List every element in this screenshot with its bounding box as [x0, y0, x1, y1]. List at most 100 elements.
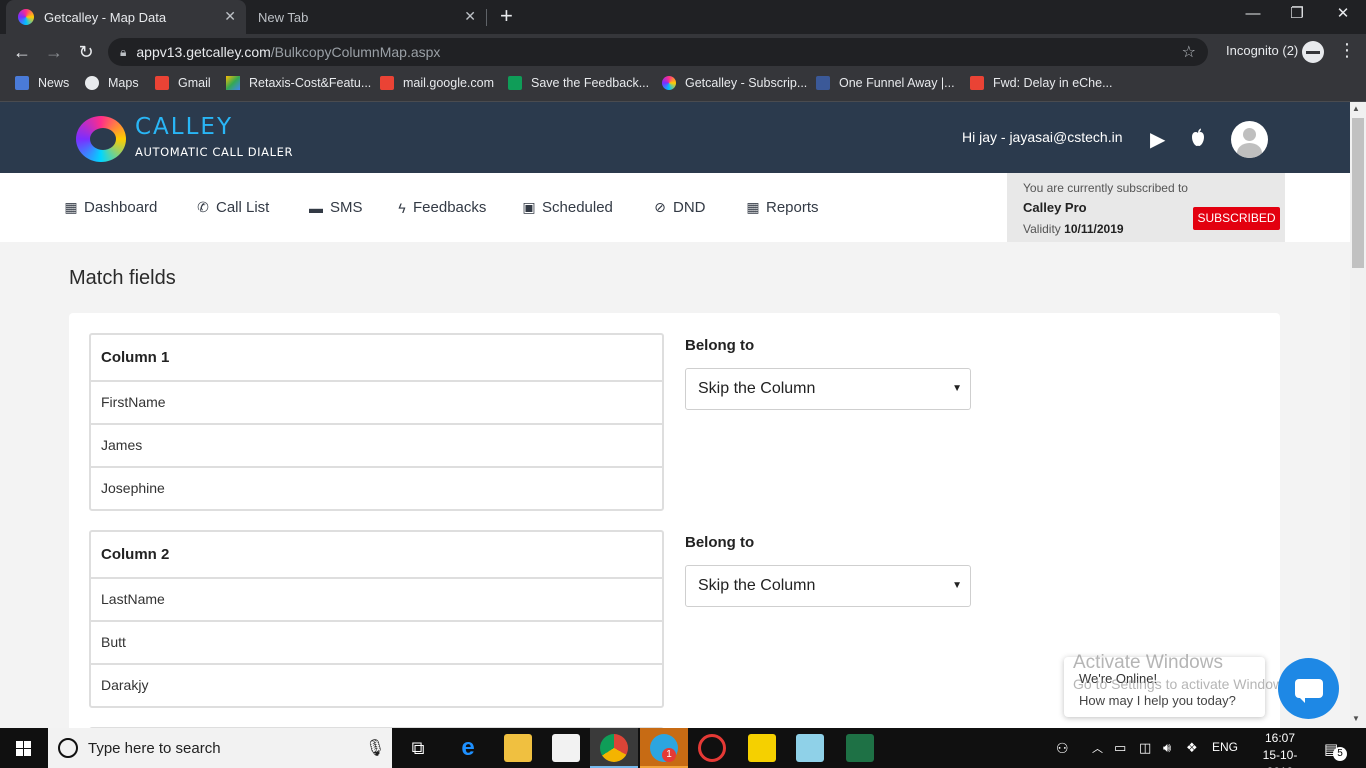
subscription-plan: Calley Pro — [1023, 200, 1087, 215]
calley-favicon-icon — [18, 9, 34, 25]
bookmark-star-icon[interactable]: ☆ — [1182, 42, 1196, 62]
scroll-down-arrow-icon[interactable]: ▼ — [1352, 714, 1360, 723]
new-tab-button[interactable]: + — [500, 4, 513, 28]
column-header: Column 2 — [101, 546, 170, 563]
bookmark-retaxis[interactable]: Retaxis-Cost&Featu... — [226, 76, 371, 90]
nav-call-list[interactable]: ✆ Call List — [196, 199, 269, 216]
address-bar[interactable]: 🔒︎ appv13.getcalley.com/BulkcopyColumnMa… — [108, 38, 1208, 66]
close-window-button[interactable]: ✕ — [1320, 0, 1366, 30]
belong-to-label: Belong to — [685, 534, 755, 551]
close-tab-icon[interactable]: ✕ — [224, 8, 236, 25]
edge-icon[interactable]: e — [454, 734, 482, 762]
subscription-validity: Validity 10/11/2019 — [1023, 222, 1124, 236]
windows-start-icon[interactable] — [16, 741, 32, 756]
taskbar-search-placeholder: Type here to search — [88, 740, 221, 757]
bookmark-mail-google[interactable]: mail.google.com — [380, 76, 494, 90]
chrome-icon[interactable] — [600, 734, 628, 762]
taskbar-clock[interactable]: 16:07 15-10-2019 — [1250, 730, 1310, 768]
column-row: Josephine — [91, 466, 662, 509]
reports-icon: ▦ — [746, 199, 760, 215]
belong-to-select[interactable]: Skip the Column ▼ — [685, 368, 971, 410]
logo-tagline: AUTOMATIC CALL DIALER — [135, 145, 294, 159]
activate-windows-title: Activate Windows — [1073, 652, 1223, 673]
ban-icon: ⊘ — [654, 199, 666, 215]
gmail-icon — [970, 76, 984, 90]
nav-scheduled[interactable]: ▣ Scheduled — [522, 199, 613, 216]
sms-icon: ▬ — [309, 199, 323, 216]
tracking-app-icon[interactable] — [698, 734, 726, 762]
file-explorer-icon[interactable] — [504, 734, 532, 762]
incognito-label[interactable]: Incognito (2) — [1226, 43, 1298, 58]
column-box: Column 2 LastName Butt Darakjy — [89, 530, 664, 708]
user-avatar[interactable] — [1231, 121, 1268, 158]
tab-title: New Tab — [258, 9, 309, 25]
battery-icon[interactable]: ▭ — [1114, 740, 1126, 756]
nav-sms[interactable]: ▬ SMS — [308, 199, 363, 216]
tab-title: Getcalley - Map Data — [44, 9, 167, 25]
telegram-badge: 1 — [662, 748, 676, 762]
subscribed-badge[interactable]: SUBSCRIBED — [1193, 207, 1280, 230]
chat-bubble-icon — [1295, 679, 1323, 703]
store-icon[interactable] — [552, 734, 580, 762]
logo-name[interactable]: CALLEY — [135, 114, 233, 140]
language-indicator[interactable]: ENG — [1212, 740, 1238, 754]
restore-button[interactable]: ❐ — [1274, 0, 1320, 30]
reload-button[interactable]: ↻ — [74, 40, 98, 64]
selected-value: Skip the Column — [698, 577, 816, 594]
url-host: appv13.getcalley.com — [136, 44, 271, 60]
scrollbar-thumb[interactable] — [1352, 118, 1364, 268]
microphone-icon[interactable]: 🎙︎ — [365, 738, 385, 758]
people-icon[interactable]: ⚇ — [1056, 740, 1069, 757]
column-row: Butt — [91, 620, 662, 663]
caret-down-icon: ▼ — [952, 383, 962, 394]
column-header: Column 1 — [101, 349, 170, 366]
volume-icon[interactable]: 🔊︎ — [1163, 740, 1171, 756]
bookmark-getcalley-subscription[interactable]: Getcalley - Subscrip... — [662, 76, 807, 90]
scroll-up-arrow-icon[interactable]: ▲ — [1352, 104, 1360, 113]
gmail-icon — [155, 76, 169, 90]
tab-getcalley[interactable]: Getcalley - Map Data ✕ — [6, 0, 246, 34]
phone-icon: ✆ — [197, 199, 209, 215]
activate-windows-subtitle: Go to Settings to activate Windows. — [1073, 676, 1294, 692]
close-tab-icon[interactable]: ✕ — [464, 8, 476, 25]
bookmark-maps[interactable]: Maps — [85, 76, 139, 90]
bookmark-gmail[interactable]: Gmail — [155, 76, 211, 90]
apple-icon[interactable] — [1189, 128, 1207, 148]
drive-icon — [226, 76, 240, 90]
back-button[interactable]: ← — [10, 40, 34, 64]
forward-button[interactable]: → — [42, 40, 66, 64]
bookmark-fwd-delay[interactable]: Fwd: Delay in eChe... — [970, 76, 1113, 90]
incognito-icon[interactable] — [1302, 41, 1324, 63]
menu-kebab-icon[interactable]: ⋮ — [1338, 40, 1356, 61]
dropbox-icon[interactable]: ❖ — [1186, 740, 1198, 756]
calley-logo-icon[interactable] — [76, 116, 126, 162]
minimize-button[interactable]: — — [1230, 0, 1276, 30]
bookmark-news[interactable]: News — [15, 76, 69, 90]
nav-dnd[interactable]: ⊘ DND — [653, 199, 705, 216]
user-greeting: Hi jay - jayasai@cstech.in — [962, 129, 1123, 145]
task-view-icon[interactable]: ⧉ — [404, 734, 432, 762]
nav-reports[interactable]: ▦ Reports — [746, 199, 818, 216]
notepad-icon[interactable] — [796, 734, 824, 762]
google-play-icon[interactable]: ▶ — [1150, 127, 1165, 152]
maps-icon — [85, 76, 99, 90]
bookmark-save-feedback[interactable]: Save the Feedback... — [508, 76, 649, 90]
column-row: LastName — [91, 577, 662, 620]
column-row: FirstName — [91, 380, 662, 423]
nav-dashboard[interactable]: ▦ Dashboard — [64, 199, 157, 216]
show-hidden-icons-chevron-icon[interactable]: ︿ — [1092, 740, 1103, 756]
tab-separator — [486, 9, 487, 26]
nav-feedbacks[interactable]: ϟ Feedbacks — [397, 199, 486, 216]
tab-new-tab[interactable]: New Tab ✕ — [248, 0, 486, 34]
bookmark-one-funnel-away[interactable]: One Funnel Away |... — [816, 76, 955, 90]
browser-toolbar: ← → ↻ 🔒︎ appv13.getcalley.com/BulkcopyCo… — [0, 34, 1366, 70]
cortana-circle-icon — [58, 738, 78, 758]
network-icon[interactable]: ◫ — [1139, 740, 1151, 756]
chat-launcher-button[interactable] — [1278, 658, 1339, 719]
calendar-icon: ▣ — [522, 199, 536, 215]
sticky-notes-icon[interactable] — [748, 734, 776, 762]
notification-count-badge: 5 — [1333, 747, 1347, 761]
excel-icon[interactable] — [846, 734, 874, 762]
selected-value: Skip the Column — [698, 380, 816, 397]
belong-to-select[interactable]: Skip the Column ▼ — [685, 565, 971, 607]
